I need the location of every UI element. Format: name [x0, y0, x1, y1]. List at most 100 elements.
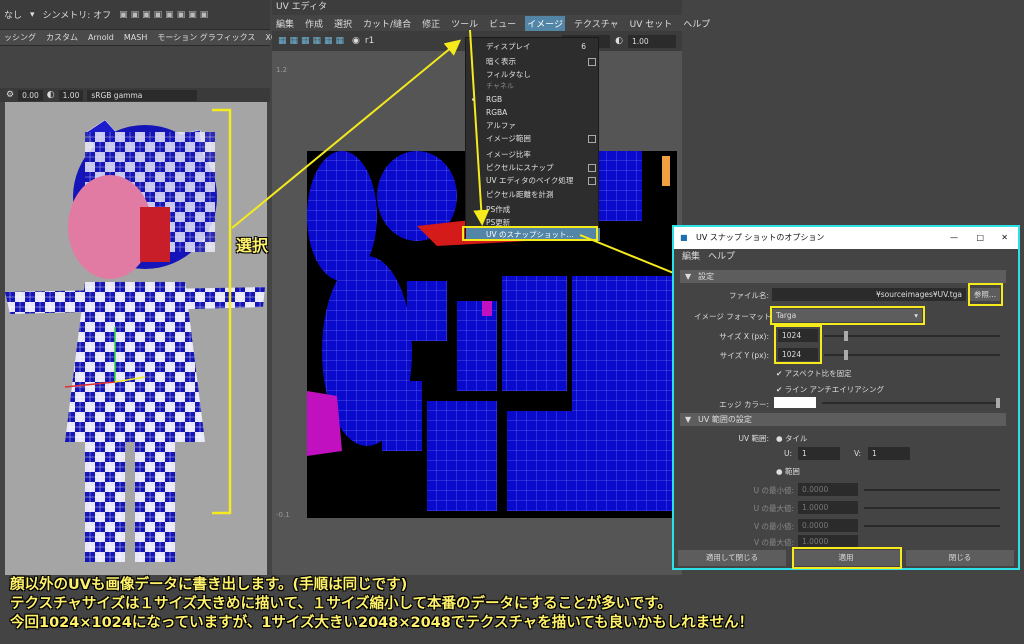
menu-modify[interactable]: 修正 — [420, 16, 442, 31]
gamma-field[interactable]: 1.00 — [58, 89, 84, 101]
camera-icon[interactable]: ◉ — [352, 36, 360, 46]
menu-item-image-range[interactable]: イメージ範囲 — [466, 132, 600, 145]
note-line: 顔以外のUVも画像データに書き出します。(手順は同じです) — [10, 577, 408, 593]
u-label: U: — [784, 449, 793, 458]
dialog-menu-help[interactable]: ヘルプ — [708, 249, 735, 265]
u-min-slider[interactable] — [864, 489, 1000, 491]
menu-item-bake[interactable]: UV エディタのベイク処理 — [466, 174, 600, 187]
edge-color-slider-handle[interactable] — [996, 398, 1000, 408]
menu-cut-sew[interactable]: カット/縫合 — [361, 16, 413, 31]
menu-item-snap-pixel[interactable]: ピクセルにスナップ — [466, 161, 600, 174]
menu-item-display[interactable]: ディスプレイ 6 — [466, 40, 600, 53]
menu-uv-set[interactable]: UV セット — [628, 16, 675, 31]
size-x-slider[interactable] — [824, 335, 1000, 337]
edge-color-swatch[interactable] — [774, 397, 816, 408]
toolbar-icons[interactable]: ▣▣▣▣▣▣▣▣ — [119, 10, 211, 20]
size-x-label: サイズ X (px): — [719, 332, 769, 341]
size-y-label: サイズ Y (px): — [719, 351, 769, 360]
close-button[interactable]: ✕ — [1001, 227, 1008, 249]
menu-create[interactable]: 作成 — [303, 16, 325, 31]
apply-and-close-button[interactable]: 適用して閉じる — [678, 550, 786, 566]
menu-item-alpha[interactable]: アルファ — [466, 119, 600, 132]
colorspace-select[interactable]: sRGB gamma — [87, 89, 198, 101]
dialog-menubar: 編集 ヘルプ — [674, 249, 1018, 265]
selection-bracket — [212, 108, 232, 515]
u-max-label: U の最大値: — [753, 504, 794, 513]
gamma-icon[interactable]: ◐ — [615, 36, 623, 46]
dialog-menu-edit[interactable]: 編集 — [682, 249, 700, 265]
image-menu-dropdown: ディスプレイ 6 暗く表示 フィルタなし チャネル RGB RGBA アルファ イ… — [465, 37, 600, 241]
section-uv-range[interactable]: ▼ UV 範囲の設定 — [680, 413, 1006, 426]
v-label: V: — [854, 449, 862, 458]
shelf-tab[interactable]: カスタム — [46, 32, 78, 43]
v-min-slider[interactable] — [864, 525, 1000, 527]
gamma-icon[interactable]: ◐ — [47, 90, 55, 100]
size-y-slider-handle[interactable] — [844, 350, 848, 360]
tile-radio[interactable]: ● タイル — [776, 433, 807, 444]
size-x-slider-handle[interactable] — [844, 331, 848, 341]
menu-item-rgba[interactable]: RGBA — [466, 106, 600, 119]
u-max-slider[interactable] — [864, 507, 1000, 509]
edge-color-slider[interactable] — [822, 402, 1000, 404]
menu-item-dim[interactable]: 暗く表示 — [466, 55, 600, 68]
section-settings[interactable]: ▼ 設定 — [680, 270, 1006, 283]
selection-annotation: 選択 — [236, 236, 269, 255]
file-name-label: ファイル名: — [728, 291, 769, 300]
v-min-label: V の最小値: — [753, 522, 794, 531]
dropdown-arrow-icon[interactable]: ▾ — [30, 10, 35, 20]
highlight-format — [770, 306, 925, 325]
menu-item-ps-create[interactable]: PS作成 — [466, 203, 600, 216]
u-min-input[interactable]: 0.0000 — [798, 483, 858, 496]
shelf-tab[interactable]: Arnold — [88, 33, 114, 42]
shelf-tabs: ッシング カスタム Arnold MASH モーション グラフィックス XGen — [0, 30, 287, 46]
menu-view[interactable]: ビュー — [487, 16, 518, 31]
tutorial-notes: 顔以外のUVも画像データに書き出します。(手順は同じです) テクスチャサイズは１… — [10, 576, 1020, 644]
exposure-field[interactable]: 0.00 — [18, 89, 43, 101]
antialias-checkbox[interactable]: ✔ ライン アンチエイリアシング — [776, 384, 884, 395]
menu-texture[interactable]: テクスチャ — [572, 16, 621, 31]
image-format-label: イメージ フォーマット: — [694, 312, 774, 321]
range-radio[interactable]: ● 範囲 — [776, 466, 800, 477]
v-input[interactable]: 1 — [868, 447, 910, 460]
menu-section-channel: チャネル — [486, 82, 514, 90]
v-max-label: V の最大値: — [753, 538, 794, 547]
dialog-body: ▼ 設定 ファイル名: ¥sourceimages¥UV.tga 参照... イメ… — [674, 265, 1018, 548]
selection-mode-label[interactable]: なし — [4, 8, 22, 21]
shelf-tab[interactable]: MASH — [124, 33, 147, 42]
gear-icon[interactable]: ⚙ — [6, 90, 14, 100]
keep-aspect-checkbox[interactable]: ✔ アスペクト比を固定 — [776, 368, 852, 379]
menu-select[interactable]: 選択 — [332, 16, 354, 31]
toolbar-icons[interactable]: ▦▦▦▦▦▦ — [278, 36, 347, 46]
highlight-snapshot-item — [462, 226, 598, 241]
minimize-button[interactable]: — — [950, 227, 958, 249]
scene-panel: なし ▾ シンメトリ: オフ ▣▣▣▣▣▣▣▣ ッシング カスタム Arnold… — [0, 0, 287, 575]
file-name-input[interactable]: ¥sourceimages¥UV.tga — [772, 288, 966, 301]
menu-image[interactable]: イメージ — [525, 15, 565, 31]
maximize-button[interactable]: □ — [976, 227, 984, 249]
note-line: テクスチャサイズは１サイズ大きめに描いて、１サイズ縮小して本番のデータにすること… — [10, 596, 672, 612]
u-input[interactable]: 1 — [798, 447, 840, 460]
v-min-input[interactable]: 0.0000 — [798, 519, 858, 532]
menu-item-rgb[interactable]: RGB — [466, 93, 600, 106]
shelf-tab[interactable]: モーション グラフィックス — [157, 32, 255, 43]
edge-color-label: エッジ カラー: — [719, 400, 769, 409]
symmetry-label[interactable]: シンメトリ: オフ — [43, 8, 112, 21]
menu-tools[interactable]: ツール — [449, 16, 480, 31]
gamma-field[interactable]: 1.00 — [628, 34, 676, 48]
close-dialog-button[interactable]: 閉じる — [906, 550, 1014, 566]
menu-help[interactable]: ヘルプ — [681, 16, 712, 31]
u-max-input[interactable]: 1.0000 — [798, 501, 858, 514]
dialog-title: UV スナップ ショットのオプション ■ — □ ✕ — [674, 227, 1018, 249]
highlight-browse — [968, 283, 1003, 306]
collapse-icon[interactable]: ▼ — [685, 413, 691, 426]
axis-tick: 1.2 — [276, 66, 288, 74]
collapse-icon[interactable]: ▼ — [685, 270, 691, 283]
layer-label[interactable]: r1 — [365, 36, 374, 46]
menu-item-measure[interactable]: ピクセル距離を計測 — [466, 188, 600, 201]
menu-edit[interactable]: 編集 — [274, 16, 296, 31]
uv-editor-title: UV エディタ — [272, 0, 682, 15]
uv-editor-menubar: 編集 作成 選択 カット/縫合 修正 ツール ビュー イメージ テクスチャ UV… — [272, 15, 710, 31]
shelf-tab[interactable]: ッシング — [4, 32, 36, 43]
size-y-slider[interactable] — [824, 354, 1000, 356]
menu-item-image-ratio[interactable]: イメージ比率 — [466, 148, 600, 161]
